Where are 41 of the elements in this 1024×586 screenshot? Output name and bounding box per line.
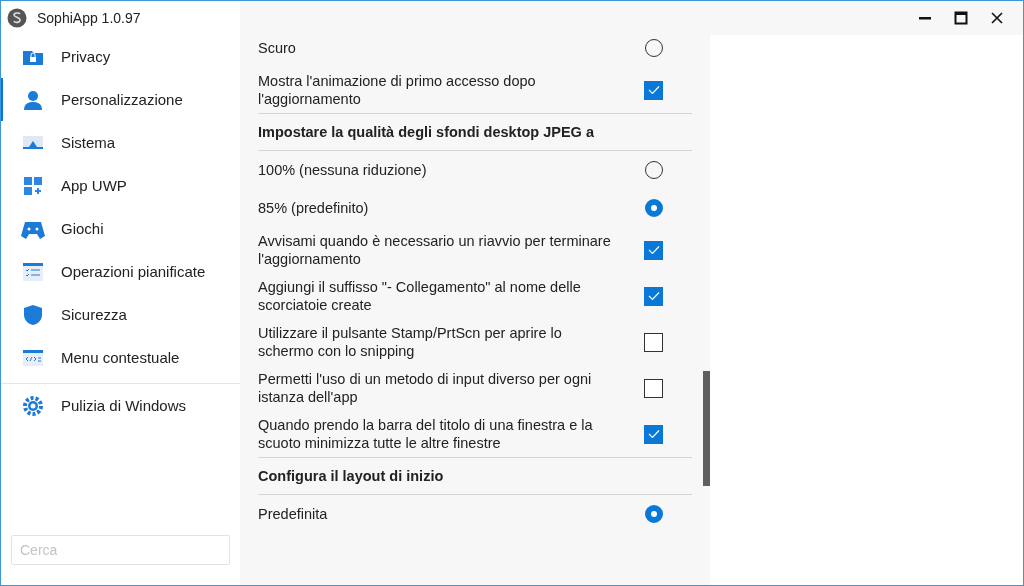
- shield-icon: [21, 302, 45, 327]
- sidebar-item[interactable]: Sicurezza: [1, 293, 240, 336]
- checkbox[interactable]: [644, 332, 663, 352]
- checkbox[interactable]: [644, 378, 663, 398]
- checkmark-icon: [647, 429, 660, 439]
- sidebar-item[interactable]: Menu contestuale: [1, 336, 240, 379]
- checkmark-icon: [647, 291, 660, 301]
- sidebar-item[interactable]: Operazioni pianificate: [1, 250, 240, 293]
- option-label: 85% (predefinito): [258, 199, 369, 217]
- sidebar-item[interactable]: Privacy: [1, 35, 240, 78]
- sidebar-item[interactable]: Giochi: [1, 207, 240, 250]
- close-icon: [990, 11, 1004, 25]
- scrollbar-thumb[interactable]: [703, 371, 710, 486]
- option-label: Aggiungi il suffisso "- Collegamento" al nome delle scorciatoie create: [258, 278, 582, 314]
- sidebar-item[interactable]: App UWP: [1, 164, 240, 207]
- option-label: Mostra l'animazione di primo accesso dopo l'aggiornamento: [258, 72, 537, 108]
- maximize-icon: [954, 11, 968, 25]
- sidebar-item[interactable]: Personalizzazione: [1, 78, 240, 121]
- app-logo: [7, 8, 27, 28]
- sidebar-item[interactable]: Pulizia di Windows: [1, 384, 240, 427]
- search-field[interactable]: Cerca: [11, 535, 230, 565]
- checkbox[interactable]: [644, 240, 663, 260]
- option-label: 100% (nessuna riduzione): [258, 161, 427, 179]
- option-label: Quando prendo la barra del titolo di una finestra e la scuoto minimizza tutte le altre finestre: [258, 416, 594, 452]
- checkmark-icon: [647, 245, 660, 255]
- option-label: Permetti l'uso di un metodo di input diverso per ogni istanza dell'app: [258, 370, 593, 406]
- section-heading: Configura il layout di inizio: [258, 457, 692, 495]
- window-title: SophiApp 1.0.97: [37, 10, 141, 26]
- section-heading: Impostare la qualità degli sfondi desktop JPEG a: [258, 113, 692, 151]
- checkbox[interactable]: [644, 286, 663, 306]
- option-label: Predefinita: [258, 505, 328, 523]
- radio-button[interactable]: [645, 199, 663, 217]
- option-label: Avvisami quando è necessario un riavvio per terminare l'aggiornamento: [258, 232, 612, 268]
- checkbox[interactable]: [644, 424, 663, 444]
- gear-icon: [21, 393, 45, 418]
- option-label: Utilizzare il pulsante Stamp/PrtScn per aprire lo schermo con lo snipping: [258, 324, 563, 360]
- option-label: Scuro: [258, 39, 296, 57]
- radio-button[interactable]: [645, 505, 663, 523]
- checkmark-icon: [647, 85, 660, 95]
- checkbox[interactable]: [644, 80, 663, 100]
- sidebar-item[interactable]: Sistema: [1, 121, 240, 164]
